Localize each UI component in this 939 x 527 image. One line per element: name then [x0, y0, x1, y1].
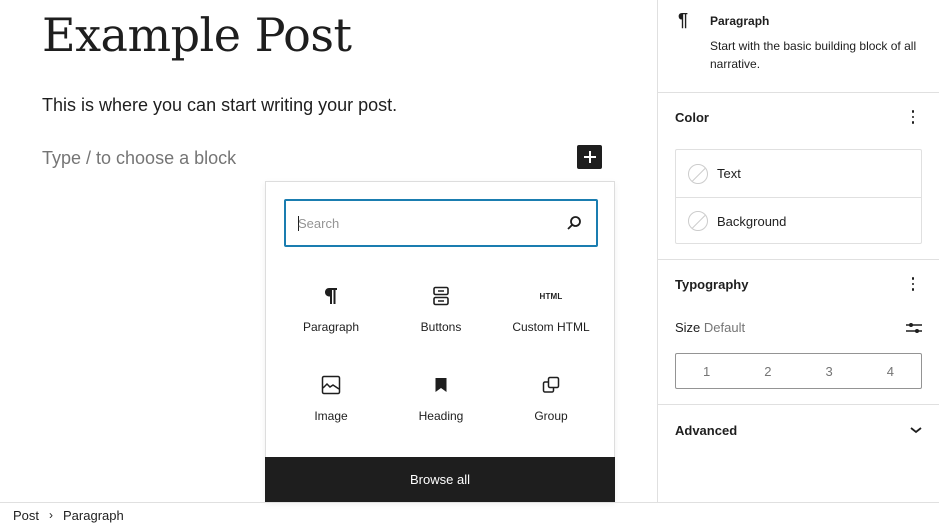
paragraph-icon	[323, 284, 339, 308]
paragraph-icon: ¶	[678, 10, 689, 30]
block-item-label: Paragraph	[302, 320, 360, 334]
block-item-custom-html[interactable]: HTML Custom HTML	[496, 270, 606, 359]
color-panel-header: Color	[658, 93, 939, 141]
search-input[interactable]	[298, 215, 564, 231]
html-icon: HTML	[539, 291, 563, 301]
color-item-background[interactable]: Background	[676, 197, 921, 244]
search-box[interactable]	[284, 199, 598, 247]
block-grid: Paragraph Buttons HTML Custom HTML Image	[266, 270, 616, 448]
block-item-label: Group	[534, 409, 568, 423]
settings-sliders-icon	[906, 322, 922, 333]
post-paragraph[interactable]: This is where you can start writing your…	[42, 95, 397, 116]
chevron-right-icon: ›	[49, 508, 54, 522]
group-icon	[542, 373, 560, 397]
font-size-option[interactable]: 1	[676, 354, 737, 388]
block-item-label: Custom HTML	[512, 320, 590, 334]
browse-all-button[interactable]: Browse all	[265, 457, 615, 502]
color-item-label: Text	[717, 166, 741, 181]
breadcrumb: Post › Paragraph	[0, 502, 939, 527]
block-card-title: Paragraph	[710, 14, 770, 28]
block-item-label: Buttons	[420, 320, 462, 334]
more-options-icon[interactable]	[903, 272, 923, 296]
advanced-panel: Advanced	[658, 405, 939, 503]
font-size-option[interactable]: 4	[860, 354, 921, 388]
image-icon	[321, 373, 341, 397]
plus-icon	[583, 151, 596, 163]
empty-swatch-icon	[688, 163, 708, 184]
block-item-heading[interactable]: Heading	[386, 359, 496, 448]
chevron-down-icon	[910, 427, 922, 434]
custom-size-toggle[interactable]	[905, 321, 923, 335]
block-item-buttons[interactable]: Buttons	[386, 270, 496, 359]
block-card-description: Start with the basic building block of a…	[710, 39, 917, 71]
color-item-label: Background	[717, 213, 787, 229]
color-panel: Color Text Background	[658, 93, 939, 260]
advanced-panel-title: Advanced	[675, 422, 738, 438]
color-options: Text Background	[675, 149, 922, 244]
advanced-panel-toggle[interactable]: Advanced	[658, 405, 939, 455]
color-item-text[interactable]: Text	[676, 150, 921, 197]
block-item-label: Image	[314, 409, 348, 423]
block-item-group[interactable]: Group	[496, 359, 606, 448]
editor-canvas: Example Post This is where you can start…	[0, 0, 657, 502]
font-size-row: Size Default	[675, 320, 923, 335]
inserter-toggle-button[interactable]	[577, 145, 602, 169]
block-item-paragraph[interactable]: Paragraph	[276, 270, 386, 359]
breadcrumb-item-post[interactable]: Post	[13, 508, 39, 523]
font-size-value: Default	[703, 320, 746, 335]
empty-swatch-icon	[688, 211, 708, 231]
bookmark-icon	[434, 373, 448, 397]
typography-panel: Typography Size Default 1 2 3 4	[658, 260, 939, 405]
settings-sidebar: ¶ Paragraph Start with the basic buildin…	[657, 0, 939, 503]
block-placeholder[interactable]: Type / to choose a block	[42, 148, 236, 169]
breadcrumb-item-paragraph[interactable]: Paragraph	[63, 508, 124, 523]
font-size-option[interactable]: 2	[737, 354, 798, 388]
typography-panel-header: Typography	[658, 260, 939, 308]
block-inserter-popover: Paragraph Buttons HTML Custom HTML Image	[265, 181, 615, 502]
block-item-label: Heading	[418, 409, 464, 423]
font-size-label: Size Default	[675, 320, 746, 335]
post-title[interactable]: Example Post	[42, 8, 352, 62]
font-size-option[interactable]: 3	[799, 354, 860, 388]
block-item-image[interactable]: Image	[276, 359, 386, 448]
more-options-icon[interactable]	[903, 105, 923, 129]
font-size-picker: 1 2 3 4	[675, 353, 922, 389]
search-icon[interactable]	[564, 213, 584, 233]
buttons-icon	[432, 284, 450, 308]
block-card: ¶ Paragraph Start with the basic buildin…	[658, 0, 939, 93]
color-panel-title: Color	[675, 109, 709, 125]
typography-panel-title: Typography	[675, 276, 749, 292]
